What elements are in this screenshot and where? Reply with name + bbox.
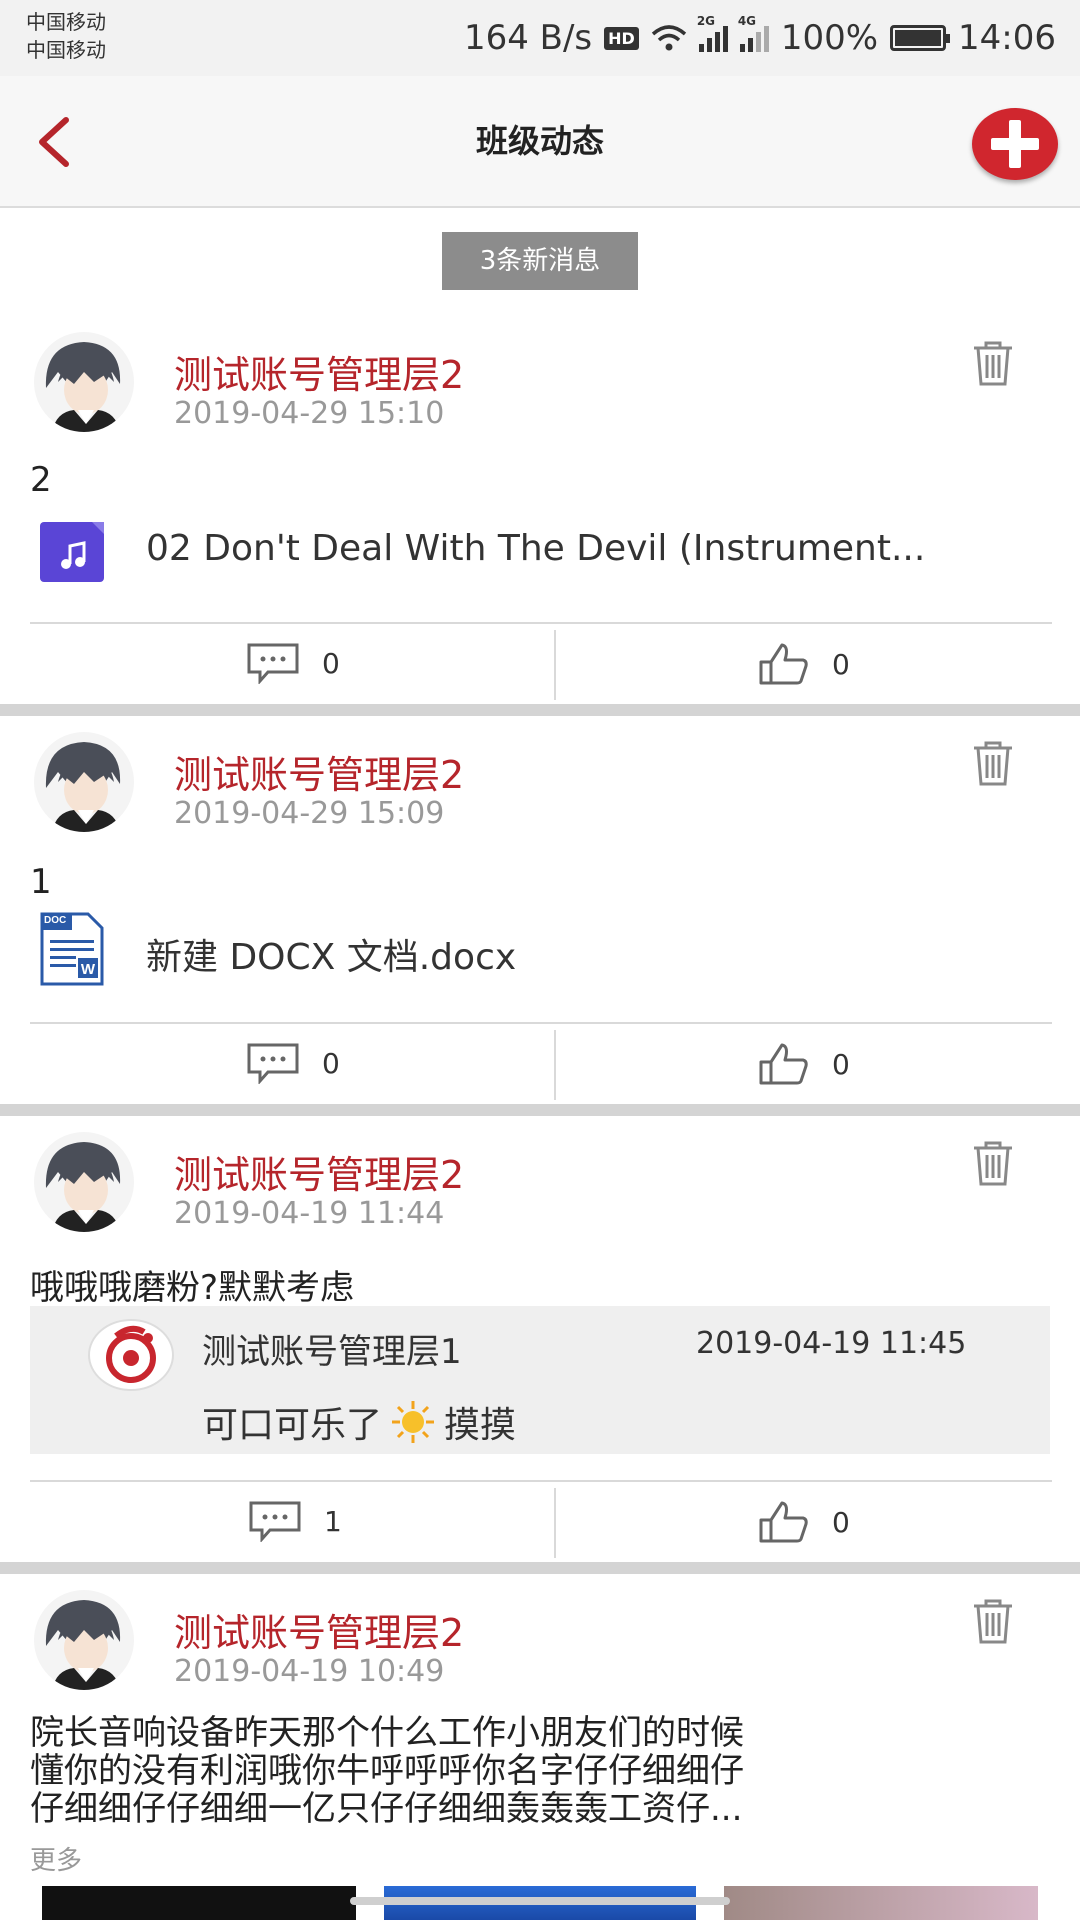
- post-separator: [0, 1562, 1080, 1574]
- reply-text-before: 可口可乐了: [202, 1405, 383, 1446]
- post-text: 哦哦哦磨粉?默默考虑: [30, 1268, 355, 1308]
- avatar[interactable]: [34, 332, 134, 432]
- post-separator: [0, 1104, 1080, 1116]
- avatar[interactable]: [34, 1132, 134, 1232]
- like-count: 0: [832, 1505, 850, 1539]
- thumbs-up-icon: [759, 1501, 808, 1543]
- doc-icon-label: DOC: [44, 915, 67, 926]
- attachment-name[interactable]: 新建 DOCX 文档.docx: [146, 928, 516, 980]
- comment-button[interactable]: 0: [246, 642, 340, 684]
- divider: [30, 1022, 1052, 1024]
- scroll-indicator: [350, 1897, 730, 1905]
- app-header: 班级动态: [0, 76, 1080, 208]
- page-title: 班级动态: [475, 122, 604, 160]
- post-text: 院长音响设备昨天那个什么工作小朋友们的时候 懂你的没有利润哦你牛呼呼呼你名字仔仔…: [30, 1714, 744, 1828]
- reply-text-after: 摸摸: [444, 1405, 517, 1446]
- doc-file-icon: W DOC: [40, 912, 104, 986]
- like-button[interactable]: 0: [758, 1042, 850, 1086]
- carrier-label-2: 中国移动: [26, 38, 106, 62]
- avatar[interactable]: [34, 732, 134, 832]
- divider: [554, 1488, 556, 1558]
- signal-2g-icon: 2G: [697, 14, 728, 52]
- like-button[interactable]: 0: [758, 642, 850, 686]
- trash-icon[interactable]: [968, 1138, 1018, 1188]
- comment-count: 0: [322, 1046, 340, 1080]
- post-text-line: 院长音响设备昨天那个什么工作小朋友们的时候: [30, 1713, 744, 1753]
- wifi-icon: [651, 25, 686, 51]
- post-user-name[interactable]: 测试账号管理层2: [174, 344, 464, 399]
- signal-4g-label: 4G: [737, 14, 757, 28]
- divider: [30, 1480, 1052, 1482]
- avatar[interactable]: [86, 1318, 176, 1392]
- like-count: 0: [832, 1047, 850, 1081]
- attachment-name[interactable]: 02 Don't Deal With The Devil (Instrument…: [146, 528, 925, 569]
- sun-emoji-icon: [392, 1401, 435, 1443]
- reply-time: 2019-04-19 11:45: [696, 1326, 967, 1361]
- comment-count: 1: [324, 1504, 342, 1538]
- like-button[interactable]: 0: [758, 1500, 850, 1544]
- status-right: 164 B/s HD 2G 4G 100% 14:06: [463, 14, 1056, 60]
- carrier-label-1: 中国移动: [26, 10, 106, 34]
- new-messages-badge[interactable]: 3条新消息: [442, 232, 638, 290]
- post-text-line: 仔细细仔仔细细一亿只仔仔细细轰轰轰工资仔...: [30, 1789, 743, 1829]
- svg-text:W: W: [81, 961, 96, 978]
- thumbs-up-icon: [759, 643, 808, 685]
- hd-icon: HD: [604, 26, 639, 50]
- reply-user-name[interactable]: 测试账号管理层1: [202, 1324, 462, 1373]
- battery-icon: [890, 25, 951, 51]
- thumbs-up-icon: [759, 1043, 808, 1085]
- comment-icon: [247, 1043, 299, 1084]
- trash-icon[interactable]: [968, 738, 1018, 788]
- status-bar: 中国移动 中国移动 164 B/s HD 2G 4G 100% 14:06: [0, 0, 1080, 76]
- trash-icon[interactable]: [968, 338, 1018, 388]
- avatar[interactable]: [34, 1590, 134, 1690]
- divider: [30, 622, 1052, 624]
- comment-icon: [249, 1501, 301, 1542]
- network-speed: 164 B/s: [463, 18, 593, 58]
- trash-icon[interactable]: [968, 1596, 1018, 1646]
- post-time: 2019-04-19 11:44: [174, 1196, 445, 1231]
- post-text: 2: [30, 460, 52, 500]
- comment-button[interactable]: 0: [246, 1042, 340, 1084]
- post-text: 1: [30, 862, 52, 902]
- more-link[interactable]: 更多: [30, 1840, 82, 1877]
- post-time: 2019-04-29 15:10: [174, 396, 445, 431]
- post-user-name[interactable]: 测试账号管理层2: [174, 1602, 464, 1657]
- post-separator: [0, 704, 1080, 716]
- like-count: 0: [832, 647, 850, 681]
- battery-percent: 100%: [780, 18, 879, 58]
- post-time: 2019-04-29 15:09: [174, 796, 445, 831]
- comment-count: 0: [322, 646, 340, 680]
- image-thumbnail[interactable]: [42, 1886, 356, 1920]
- post-user-name[interactable]: 测试账号管理层2: [174, 1144, 464, 1199]
- comment-button[interactable]: 1: [248, 1500, 342, 1542]
- signal-2g-label: 2G: [696, 14, 716, 28]
- post-user-name[interactable]: 测试账号管理层2: [174, 744, 464, 799]
- divider: [554, 630, 556, 700]
- signal-4g-icon: 4G: [738, 14, 769, 52]
- image-thumbnail[interactable]: [724, 1886, 1038, 1920]
- reply-text: 可口可乐了 摸摸: [202, 1396, 516, 1448]
- divider: [554, 1030, 556, 1100]
- comment-icon: [247, 643, 299, 684]
- plus-circle-icon[interactable]: [972, 108, 1058, 180]
- clock: 14:06: [958, 18, 1056, 58]
- post-time: 2019-04-19 10:49: [174, 1654, 445, 1689]
- post-text-line: 懂你的没有利润哦你牛呼呼呼你名字仔仔细细仔: [30, 1751, 744, 1791]
- comment-reply: 测试账号管理层1 2019-04-19 11:45 可口可乐了 摸摸: [30, 1306, 1050, 1454]
- music-file-icon: [40, 522, 104, 582]
